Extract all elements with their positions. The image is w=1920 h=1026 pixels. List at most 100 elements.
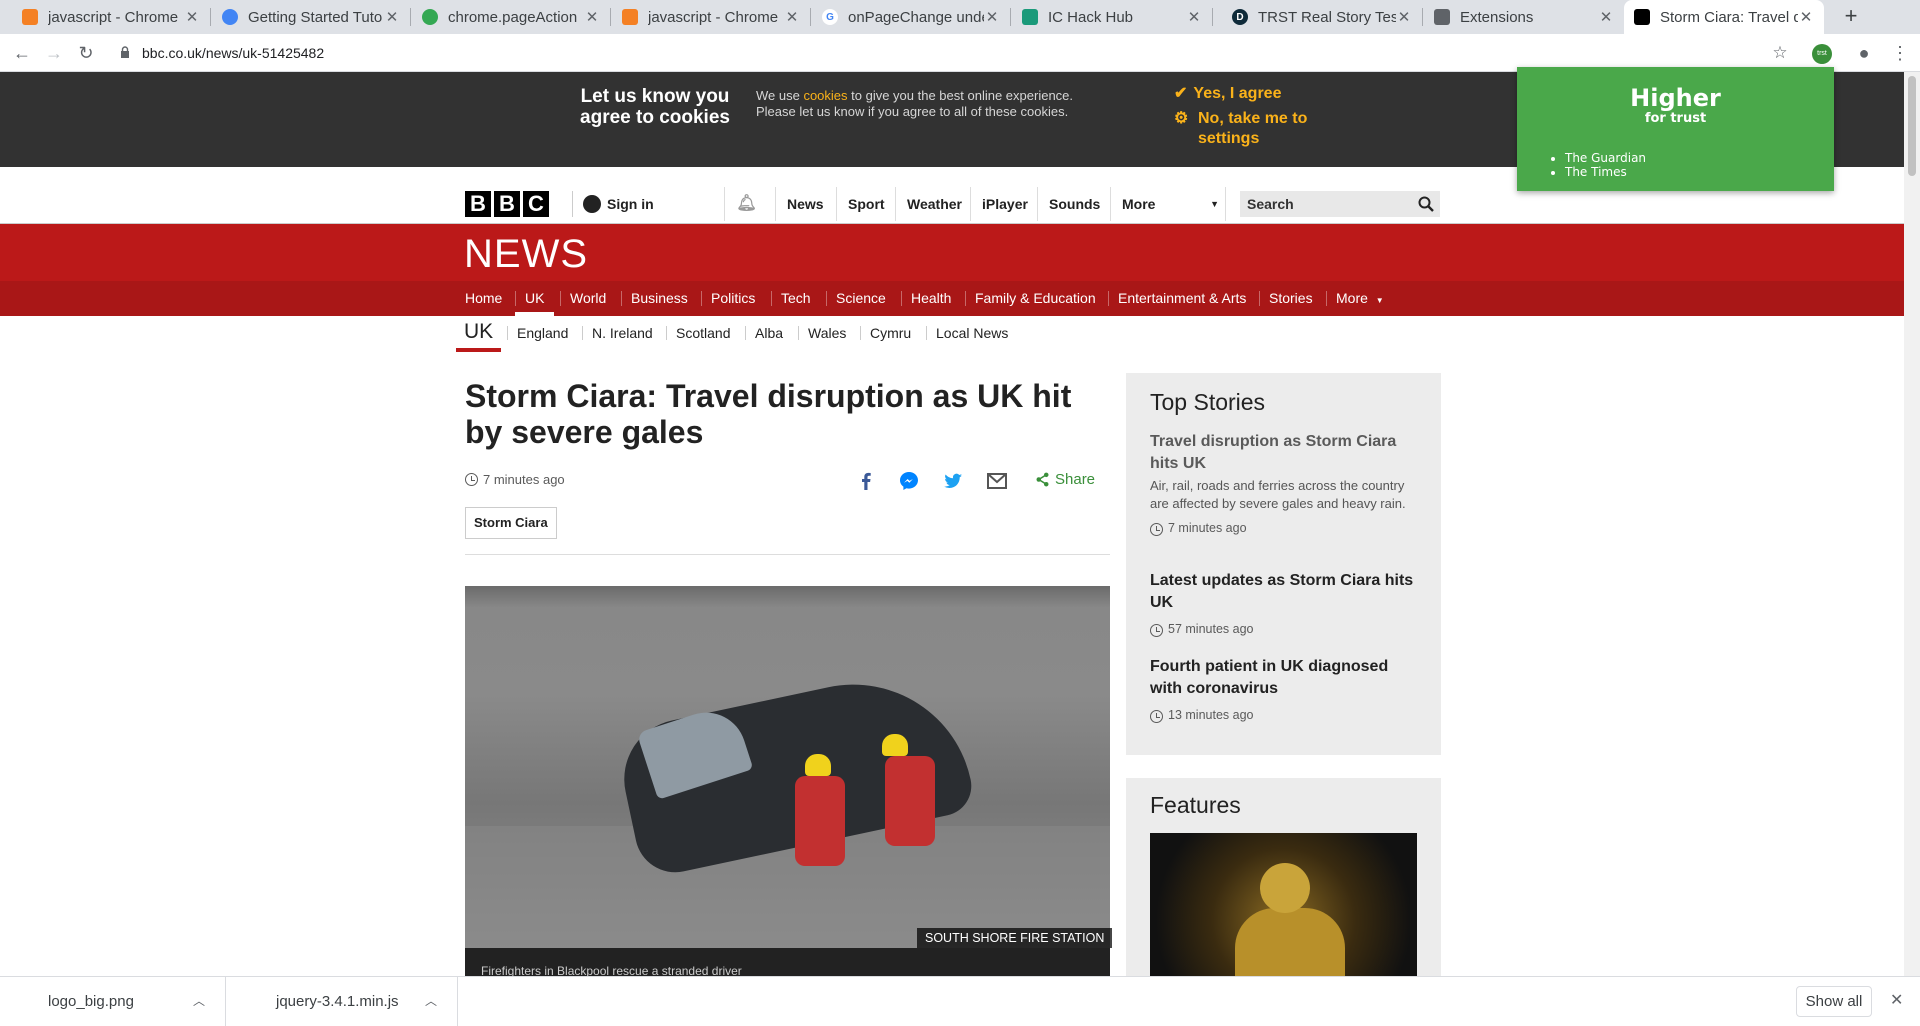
bookmark-star-icon[interactable]: ☆ <box>1766 40 1794 66</box>
facebook-icon[interactable] <box>855 470 877 492</box>
forward-button[interactable]: → <box>40 40 68 66</box>
browser-tab-strip: javascript - Chrome ✕ Getting Started Tu… <box>0 0 1920 34</box>
subnav-alba[interactable]: Alba <box>745 324 793 342</box>
section-uk[interactable]: UK <box>515 281 555 316</box>
download-item[interactable]: jquery-3.4.1.min.js ︿ <box>226 977 458 1026</box>
search-box[interactable]: Search <box>1240 191 1440 217</box>
subnav-cymru[interactable]: Cymru <box>860 324 921 342</box>
trst-extension-icon: trst <box>1812 44 1832 65</box>
cookie-agree-button[interactable]: ✔ Yes, I agree <box>1174 84 1281 104</box>
extension-button[interactable]: trst <box>1808 40 1836 66</box>
uk-subnav: UK England N. Ireland Scotland Alba Wale… <box>0 316 1904 352</box>
subnav-scotland[interactable]: Scotland <box>666 324 740 342</box>
section-stories[interactable]: Stories <box>1259 281 1323 316</box>
section-more[interactable]: More ▼ <box>1326 281 1394 316</box>
image-caption: Firefighters in Blackpool rescue a stran… <box>465 948 1110 976</box>
news-logo[interactable]: NEWS <box>464 232 588 277</box>
subnav-n-ireland[interactable]: N. Ireland <box>582 324 663 342</box>
tab-6[interactable]: IC Hack Hub ✕ <box>1012 0 1212 34</box>
twitter-icon[interactable] <box>942 470 964 492</box>
close-icon[interactable]: ✕ <box>1186 8 1202 26</box>
top-story-headline[interactable]: Latest updates as Storm Ciara hits UK <box>1150 570 1420 614</box>
download-item[interactable]: logo_big.png ︿ <box>0 977 226 1026</box>
section-health[interactable]: Health <box>901 281 961 316</box>
section-entertainment-arts[interactable]: Entertainment & Arts <box>1108 281 1256 316</box>
section-business[interactable]: Business <box>621 281 698 316</box>
tab-separator <box>210 8 211 26</box>
close-icon[interactable]: ✕ <box>1798 8 1814 26</box>
email-icon[interactable] <box>986 470 1008 492</box>
feature-image[interactable] <box>1150 833 1417 978</box>
bbc-logo[interactable]: B B C <box>465 191 549 217</box>
section-world[interactable]: World <box>560 281 616 316</box>
section-science[interactable]: Science <box>826 281 896 316</box>
top-stories-title: Top Stories <box>1150 389 1266 415</box>
share-button[interactable]: Share <box>1035 471 1095 488</box>
close-icon[interactable]: ✕ <box>984 8 1000 26</box>
puzzle-icon <box>1434 9 1450 25</box>
bbc-logo-letter: C <box>523 191 549 217</box>
subnav-england[interactable]: England <box>507 324 578 342</box>
profile-icon[interactable]: ● <box>1850 40 1878 66</box>
share-label-text: Share <box>1055 471 1096 488</box>
back-button[interactable]: ← <box>8 40 36 66</box>
messenger-icon[interactable] <box>898 470 920 492</box>
new-tab-button[interactable]: + <box>1838 4 1864 30</box>
cookies-link[interactable]: cookies <box>803 88 847 103</box>
nav-news[interactable]: News <box>775 187 835 221</box>
cookie-settings-button[interactable]: ⚙ No, take me to settings <box>1174 109 1324 149</box>
close-icon[interactable]: ✕ <box>584 8 600 26</box>
search-icon[interactable] <box>1418 196 1434 212</box>
close-icon[interactable]: ✕ <box>784 8 800 26</box>
address-bar[interactable]: bbc.co.uk/news/uk-51425482 <box>108 38 1778 68</box>
trst-title: Higher <box>1630 84 1721 112</box>
tab-7[interactable]: D TRST Real Story Test ✕ <box>1222 0 1422 34</box>
nav-weather[interactable]: Weather <box>895 187 973 221</box>
tab-9-active[interactable]: Storm Ciara: Travel d ✕ <box>1624 0 1824 34</box>
page-scrollbar[interactable] <box>1904 72 1920 976</box>
section-tech[interactable]: Tech <box>771 281 821 316</box>
article-timestamp: 7 minutes ago <box>465 472 565 487</box>
section-home[interactable]: Home <box>455 281 512 316</box>
close-icon[interactable]: ✕ <box>384 8 400 26</box>
section-family-education[interactable]: Family & Education <box>965 281 1106 316</box>
tab-5[interactable]: G onPageChange unde ✕ <box>812 0 1010 34</box>
top-story-item[interactable]: Travel disruption as Storm Ciara hits UK… <box>1150 431 1420 536</box>
top-story-item[interactable]: Latest updates as Storm Ciara hits UK 57… <box>1150 570 1420 637</box>
tab-4[interactable]: javascript - Chrome ✕ <box>612 0 810 34</box>
gear-icon: ⚙ <box>1174 110 1189 127</box>
close-icon[interactable]: ✕ <box>1890 990 1903 1010</box>
nav-sounds[interactable]: Sounds <box>1037 187 1111 221</box>
bell-icon[interactable]: 🔔︎ <box>724 187 768 221</box>
menu-icon[interactable]: ⋮ <box>1886 40 1914 66</box>
trst-sources-list: The Guardian The Times <box>1565 151 1646 179</box>
news-section-nav: Home UK World Business Politics Tech Sci… <box>0 281 1904 316</box>
tab-1[interactable]: javascript - Chrome ✕ <box>12 0 210 34</box>
tab-2[interactable]: Getting Started Tuto ✕ <box>212 0 410 34</box>
nav-more[interactable]: More ▼ <box>1110 187 1226 221</box>
article-tag[interactable]: Storm Ciara <box>465 507 557 539</box>
nav-sport[interactable]: Sport <box>836 187 896 221</box>
subnav-local-news[interactable]: Local News <box>926 324 1018 342</box>
chrome-icon <box>222 9 238 25</box>
nav-iplayer[interactable]: iPlayer <box>970 187 1039 221</box>
chevron-up-icon[interactable]: ︿ <box>193 977 205 1026</box>
top-story-headline[interactable]: Fourth patient in UK diagnosed with coro… <box>1150 656 1420 700</box>
top-story-item[interactable]: Fourth patient in UK diagnosed with coro… <box>1150 656 1420 723</box>
close-icon[interactable]: ✕ <box>184 8 200 26</box>
tab-8[interactable]: Extensions ✕ <box>1424 0 1624 34</box>
tab-separator <box>1212 8 1213 26</box>
trst-extension-popup: Higher for trust The Guardian The Times <box>1517 67 1834 191</box>
reload-button[interactable]: ↻ <box>72 40 100 66</box>
subnav-wales[interactable]: Wales <box>798 324 856 342</box>
tab-3[interactable]: chrome.pageAction ✕ <box>412 0 610 34</box>
scrollbar-thumb[interactable] <box>1908 76 1916 176</box>
subnav-uk[interactable]: UK <box>456 320 502 352</box>
chevron-up-icon[interactable]: ︿ <box>425 977 437 1026</box>
show-all-button[interactable]: Show all <box>1796 986 1872 1017</box>
sign-in-link[interactable]: Sign in <box>572 191 724 217</box>
close-icon[interactable]: ✕ <box>1598 8 1614 26</box>
section-politics[interactable]: Politics <box>701 281 765 316</box>
top-story-headline[interactable]: Travel disruption as Storm Ciara hits UK <box>1150 431 1420 475</box>
close-icon[interactable]: ✕ <box>1396 8 1412 26</box>
